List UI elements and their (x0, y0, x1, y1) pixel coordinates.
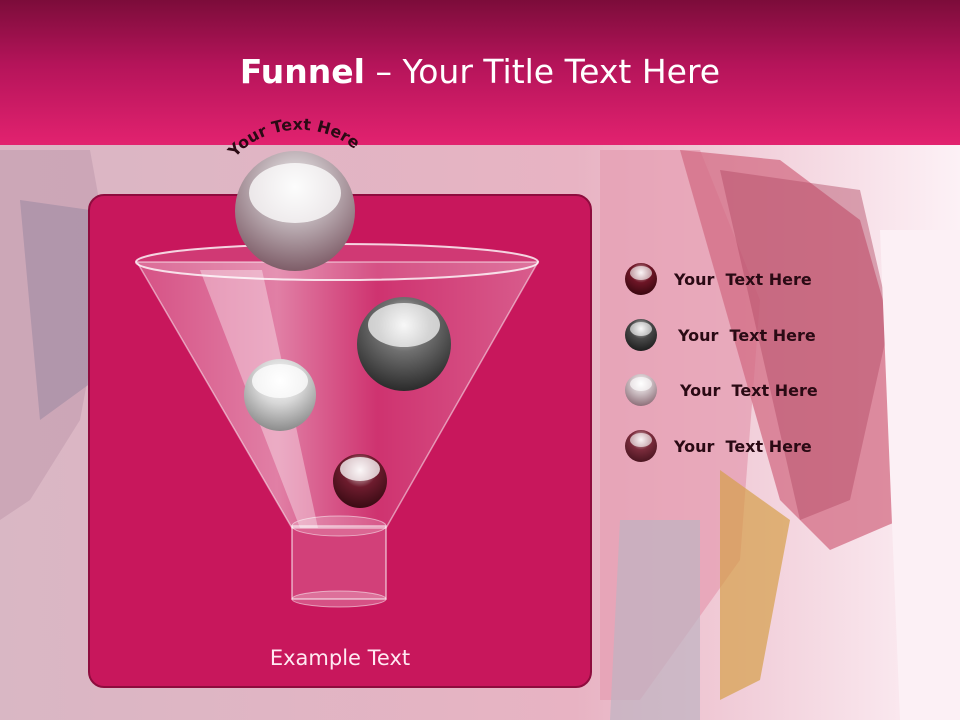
legend-ball-icon (625, 374, 657, 406)
funnel-ball-maroon (333, 454, 387, 508)
legend-ball-icon (625, 319, 657, 351)
funnel-graphic: Your Text Here (135, 115, 540, 608)
legend-item-2: Your Text Here (624, 315, 816, 355)
legend-item-4: Your Text Here (624, 426, 812, 466)
funnel-ball-gray (357, 297, 451, 391)
legend-item-3: Your Text Here (624, 370, 818, 410)
legend-label: Your Text Here (674, 269, 812, 289)
legend-ball-icon (625, 430, 657, 462)
legend-item-1: Your Text Here (624, 259, 812, 299)
top-ball (235, 151, 355, 271)
legend-label: Your Text Here (678, 325, 816, 345)
funnel-spout (291, 525, 387, 600)
legend-label: Your Text Here (674, 436, 812, 456)
funnel-ball-silver (244, 359, 316, 431)
legend-label: Your Text Here (680, 380, 818, 400)
legend-ball-icon (625, 263, 657, 295)
